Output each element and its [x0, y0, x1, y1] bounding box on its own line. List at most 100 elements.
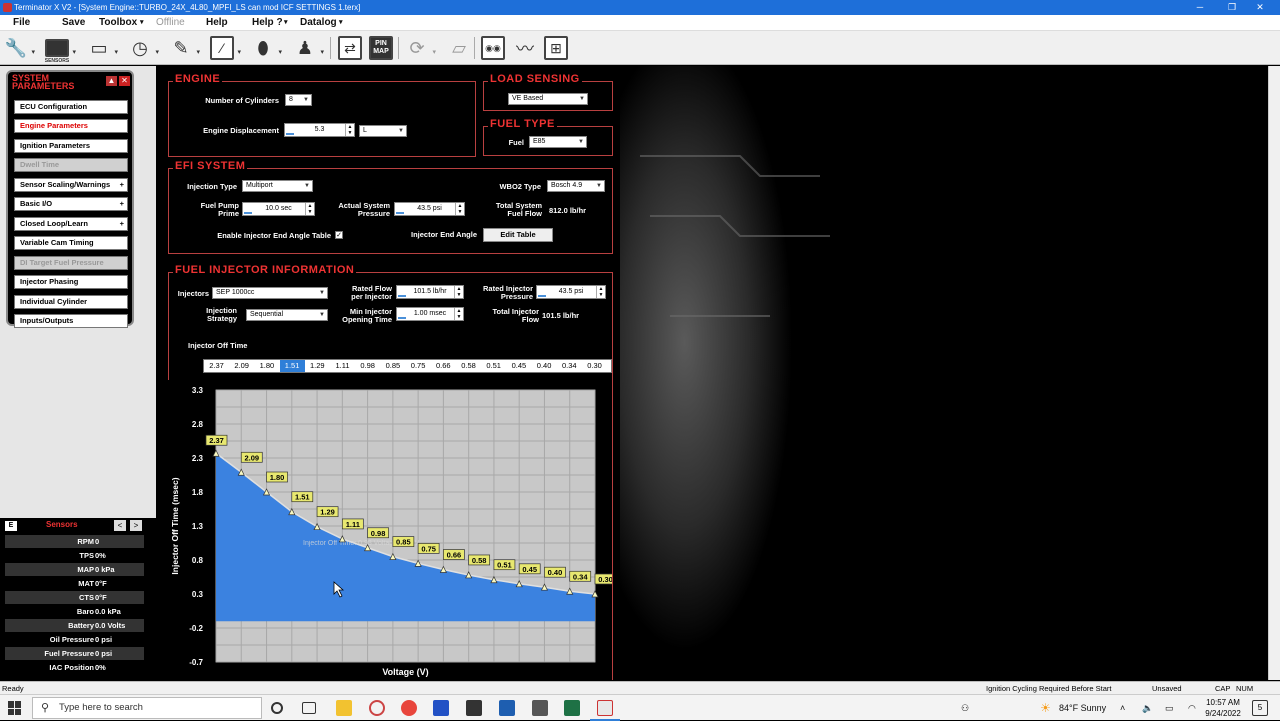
grid-icon[interactable]: ⊞: [543, 34, 569, 62]
displacement-input[interactable]: 5.3 ▲ ▼: [284, 123, 355, 137]
cylinders-select[interactable]: 8 ▼: [285, 94, 312, 106]
wifi-icon[interactable]: ◠: [1188, 695, 1196, 721]
sidebar-item-ignition-parameters[interactable]: Ignition Parameters: [14, 139, 128, 153]
displacement-unit-select[interactable]: L ▼: [359, 125, 407, 137]
sidebar-item-basic-i-o[interactable]: Basic I/O +: [14, 197, 128, 211]
off-time-cell[interactable]: 0.34: [557, 360, 582, 372]
sensors-next-button[interactable]: >: [130, 520, 142, 531]
edit-table-button[interactable]: Edit Table: [483, 228, 553, 242]
file-explorer-icon[interactable]: [336, 700, 352, 716]
sidebar-item-inputs-outputs[interactable]: Inputs/Outputs: [14, 314, 128, 328]
task-view-icon[interactable]: [302, 702, 316, 714]
injectors-select[interactable]: SEP 1000cc ▼: [212, 287, 328, 299]
battery-icon[interactable]: ▭: [1165, 695, 1174, 721]
weather-text[interactable]: 84°F Sunny: [1059, 695, 1106, 721]
min-opening-input[interactable]: 1.00 msec ▲ ▼: [396, 307, 464, 321]
stepper-icon[interactable]: ▲ ▼: [305, 203, 314, 215]
gauge-icon[interactable]: ◷ ▾: [127, 34, 159, 62]
sidebar-item-sensor-scaling-warnings[interactable]: Sensor Scaling/Warnings +: [14, 178, 128, 192]
compare-icon[interactable]: ⇄: [337, 34, 363, 62]
app-icon-red[interactable]: [369, 700, 385, 716]
rated-pressure-input[interactable]: 43.5 psi ▲ ▼: [536, 285, 606, 299]
windows-start-icon[interactable]: [8, 701, 22, 715]
chart-svg[interactable]: Injector Off Time: 0.98 Voltage: 10.4V2.…: [168, 380, 617, 680]
rated-flow-input[interactable]: 101.5 lb/hr ▲ ▼: [396, 285, 464, 299]
cortana-icon[interactable]: [271, 702, 283, 714]
ecu-icon[interactable]: SENSORS ▾: [44, 34, 76, 64]
sidebar-item-ecu-configuration[interactable]: ECU Configuration: [14, 100, 128, 114]
excel-icon[interactable]: [564, 700, 580, 716]
menu-save[interactable]: Save: [62, 17, 85, 28]
pin-map-icon[interactable]: PIN MAP: [368, 34, 394, 62]
stepper-icon[interactable]: ▲ ▼: [454, 308, 463, 320]
off-time-cell[interactable]: 0.66: [431, 360, 456, 372]
calibration-icon[interactable]: ⁄ ▾: [209, 34, 241, 62]
wrench-icon[interactable]: 🔧 ▾: [3, 34, 35, 62]
menu-toolbox[interactable]: Toolbox: [99, 17, 137, 28]
enable-end-angle-checkbox[interactable]: ✓: [335, 231, 343, 239]
off-time-cell[interactable]: 1.11: [330, 360, 355, 372]
wbo2-select[interactable]: Bosch 4.9 ▼: [547, 180, 605, 192]
notes-icon[interactable]: ▱: [446, 34, 472, 62]
off-time-cell[interactable]: 2.09: [229, 360, 254, 372]
app-icon-blue[interactable]: [433, 700, 449, 716]
close-panel-button[interactable]: ✕: [119, 76, 130, 86]
load-sensing-select[interactable]: VE Based ▼: [508, 93, 588, 105]
calculator-icon[interactable]: [532, 700, 548, 716]
coil-icon[interactable]: ⬮ ▾: [250, 34, 282, 62]
off-time-cell[interactable]: 1.29: [305, 360, 330, 372]
off-time-cell[interactable]: 0.58: [456, 360, 481, 372]
off-time-cell[interactable]: 0.75: [406, 360, 431, 372]
close-button[interactable]: ✕: [1240, 0, 1280, 15]
off-time-cell[interactable]: 1.80: [254, 360, 279, 372]
off-time-cell[interactable]: 0.85: [380, 360, 405, 372]
terminator-x-taskbar-icon[interactable]: [597, 700, 613, 716]
fuel-pump-prime-input[interactable]: 10.0 sec ▲ ▼: [242, 202, 315, 216]
stepper-icon[interactable]: ▲ ▼: [345, 124, 354, 136]
dual-gauge-icon[interactable]: ◉◉: [480, 34, 506, 62]
expand-plus-icon[interactable]: +: [120, 198, 124, 210]
injector-icon[interactable]: ✎ ▾: [168, 34, 200, 62]
expand-plus-icon[interactable]: +: [120, 218, 124, 230]
module-icon[interactable]: ▭ ▾: [86, 34, 118, 62]
injection-strategy-select[interactable]: Sequential ▼: [246, 309, 328, 321]
stepper-icon[interactable]: ▲ ▼: [596, 286, 605, 298]
off-time-cell[interactable]: 0.51: [481, 360, 506, 372]
sidebar-item-individual-cylinder[interactable]: Individual Cylinder: [14, 295, 128, 309]
vertical-scrollbar[interactable]: [1268, 66, 1280, 680]
app-icon-dark[interactable]: [466, 700, 482, 716]
menu-help[interactable]: Help: [206, 17, 228, 28]
people-icon[interactable]: ⚇: [961, 695, 969, 721]
sidebar-item-closed-loop-learn[interactable]: Closed Loop/Learn +: [14, 217, 128, 231]
notification-icon[interactable]: 5: [1252, 700, 1268, 716]
off-time-cell[interactable]: 0.45: [506, 360, 531, 372]
sensors-prev-button[interactable]: <: [114, 520, 126, 531]
actual-system-pressure-input[interactable]: 43.5 psi ▲ ▼: [394, 202, 465, 216]
sidebar-item-injector-phasing[interactable]: Injector Phasing: [14, 275, 128, 289]
sidebar-item-variable-cam-timing[interactable]: Variable Cam Timing: [14, 236, 128, 250]
collapse-button[interactable]: ▲: [106, 76, 117, 86]
waveform-icon[interactable]: 〰: [512, 34, 538, 62]
expand-plus-icon[interactable]: +: [120, 179, 124, 191]
off-time-cell[interactable]: 0.40: [532, 360, 557, 372]
off-time-cell[interactable]: 1.51: [279, 360, 305, 372]
chrome-icon[interactable]: [401, 700, 417, 716]
clock[interactable]: 10:57 AM 9/24/2022: [1203, 697, 1243, 719]
off-time-cell[interactable]: 2.37: [204, 360, 229, 372]
speaker-icon[interactable]: 🔈: [1142, 695, 1153, 721]
off-time-cell[interactable]: 0.98: [355, 360, 380, 372]
chevron-up-icon[interactable]: ˄: [1120, 695, 1125, 721]
taskbar-search-input[interactable]: ⚲ Type here to search: [32, 697, 262, 719]
menu-file[interactable]: File: [13, 17, 30, 28]
photos-icon[interactable]: [499, 700, 515, 716]
stepper-icon[interactable]: ▲ ▼: [454, 286, 463, 298]
injection-type-select[interactable]: Multiport ▼: [242, 180, 313, 192]
stepper-icon[interactable]: ▲ ▼: [455, 203, 464, 215]
off-time-cell[interactable]: 0.30: [582, 360, 607, 372]
menu-datalog[interactable]: Datalog: [300, 17, 337, 28]
person-icon[interactable]: ♟ ▾: [292, 34, 324, 62]
sensors-expand-button[interactable]: E: [5, 521, 17, 531]
fuel-select[interactable]: E85 ▼: [529, 136, 587, 148]
menu-help-question[interactable]: Help ?: [252, 17, 283, 28]
refresh-icon[interactable]: ⟳ ▾: [404, 34, 436, 62]
